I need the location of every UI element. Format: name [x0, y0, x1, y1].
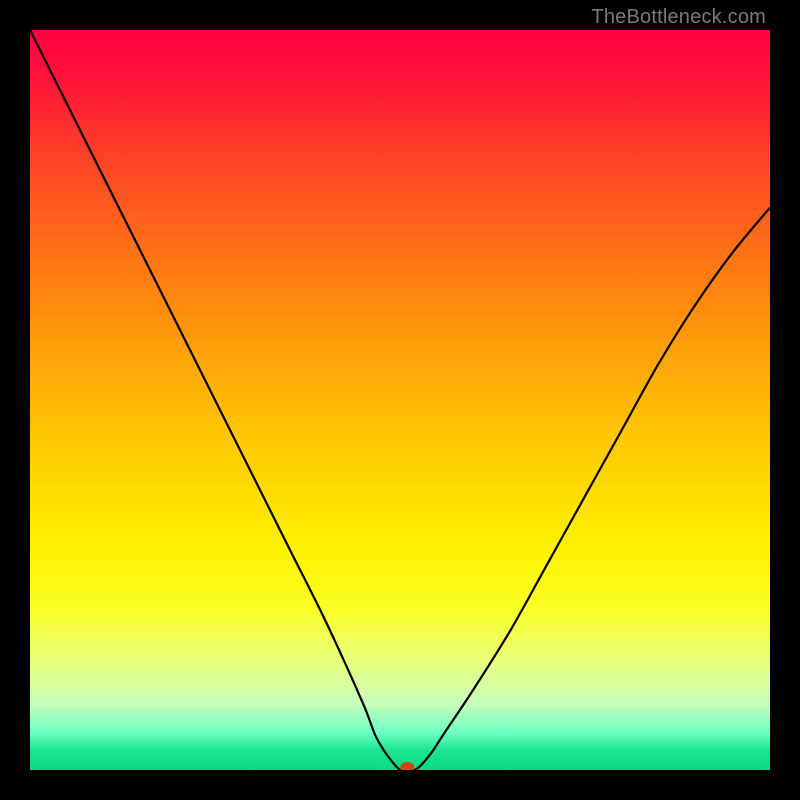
curve-layer [30, 30, 770, 770]
plot-area [30, 30, 770, 770]
bottleneck-curve-line [30, 30, 770, 770]
optimal-marker [400, 762, 414, 770]
attribution-label: TheBottleneck.com [591, 6, 766, 29]
bottleneck-chart: TheBottleneck.com [0, 0, 800, 800]
